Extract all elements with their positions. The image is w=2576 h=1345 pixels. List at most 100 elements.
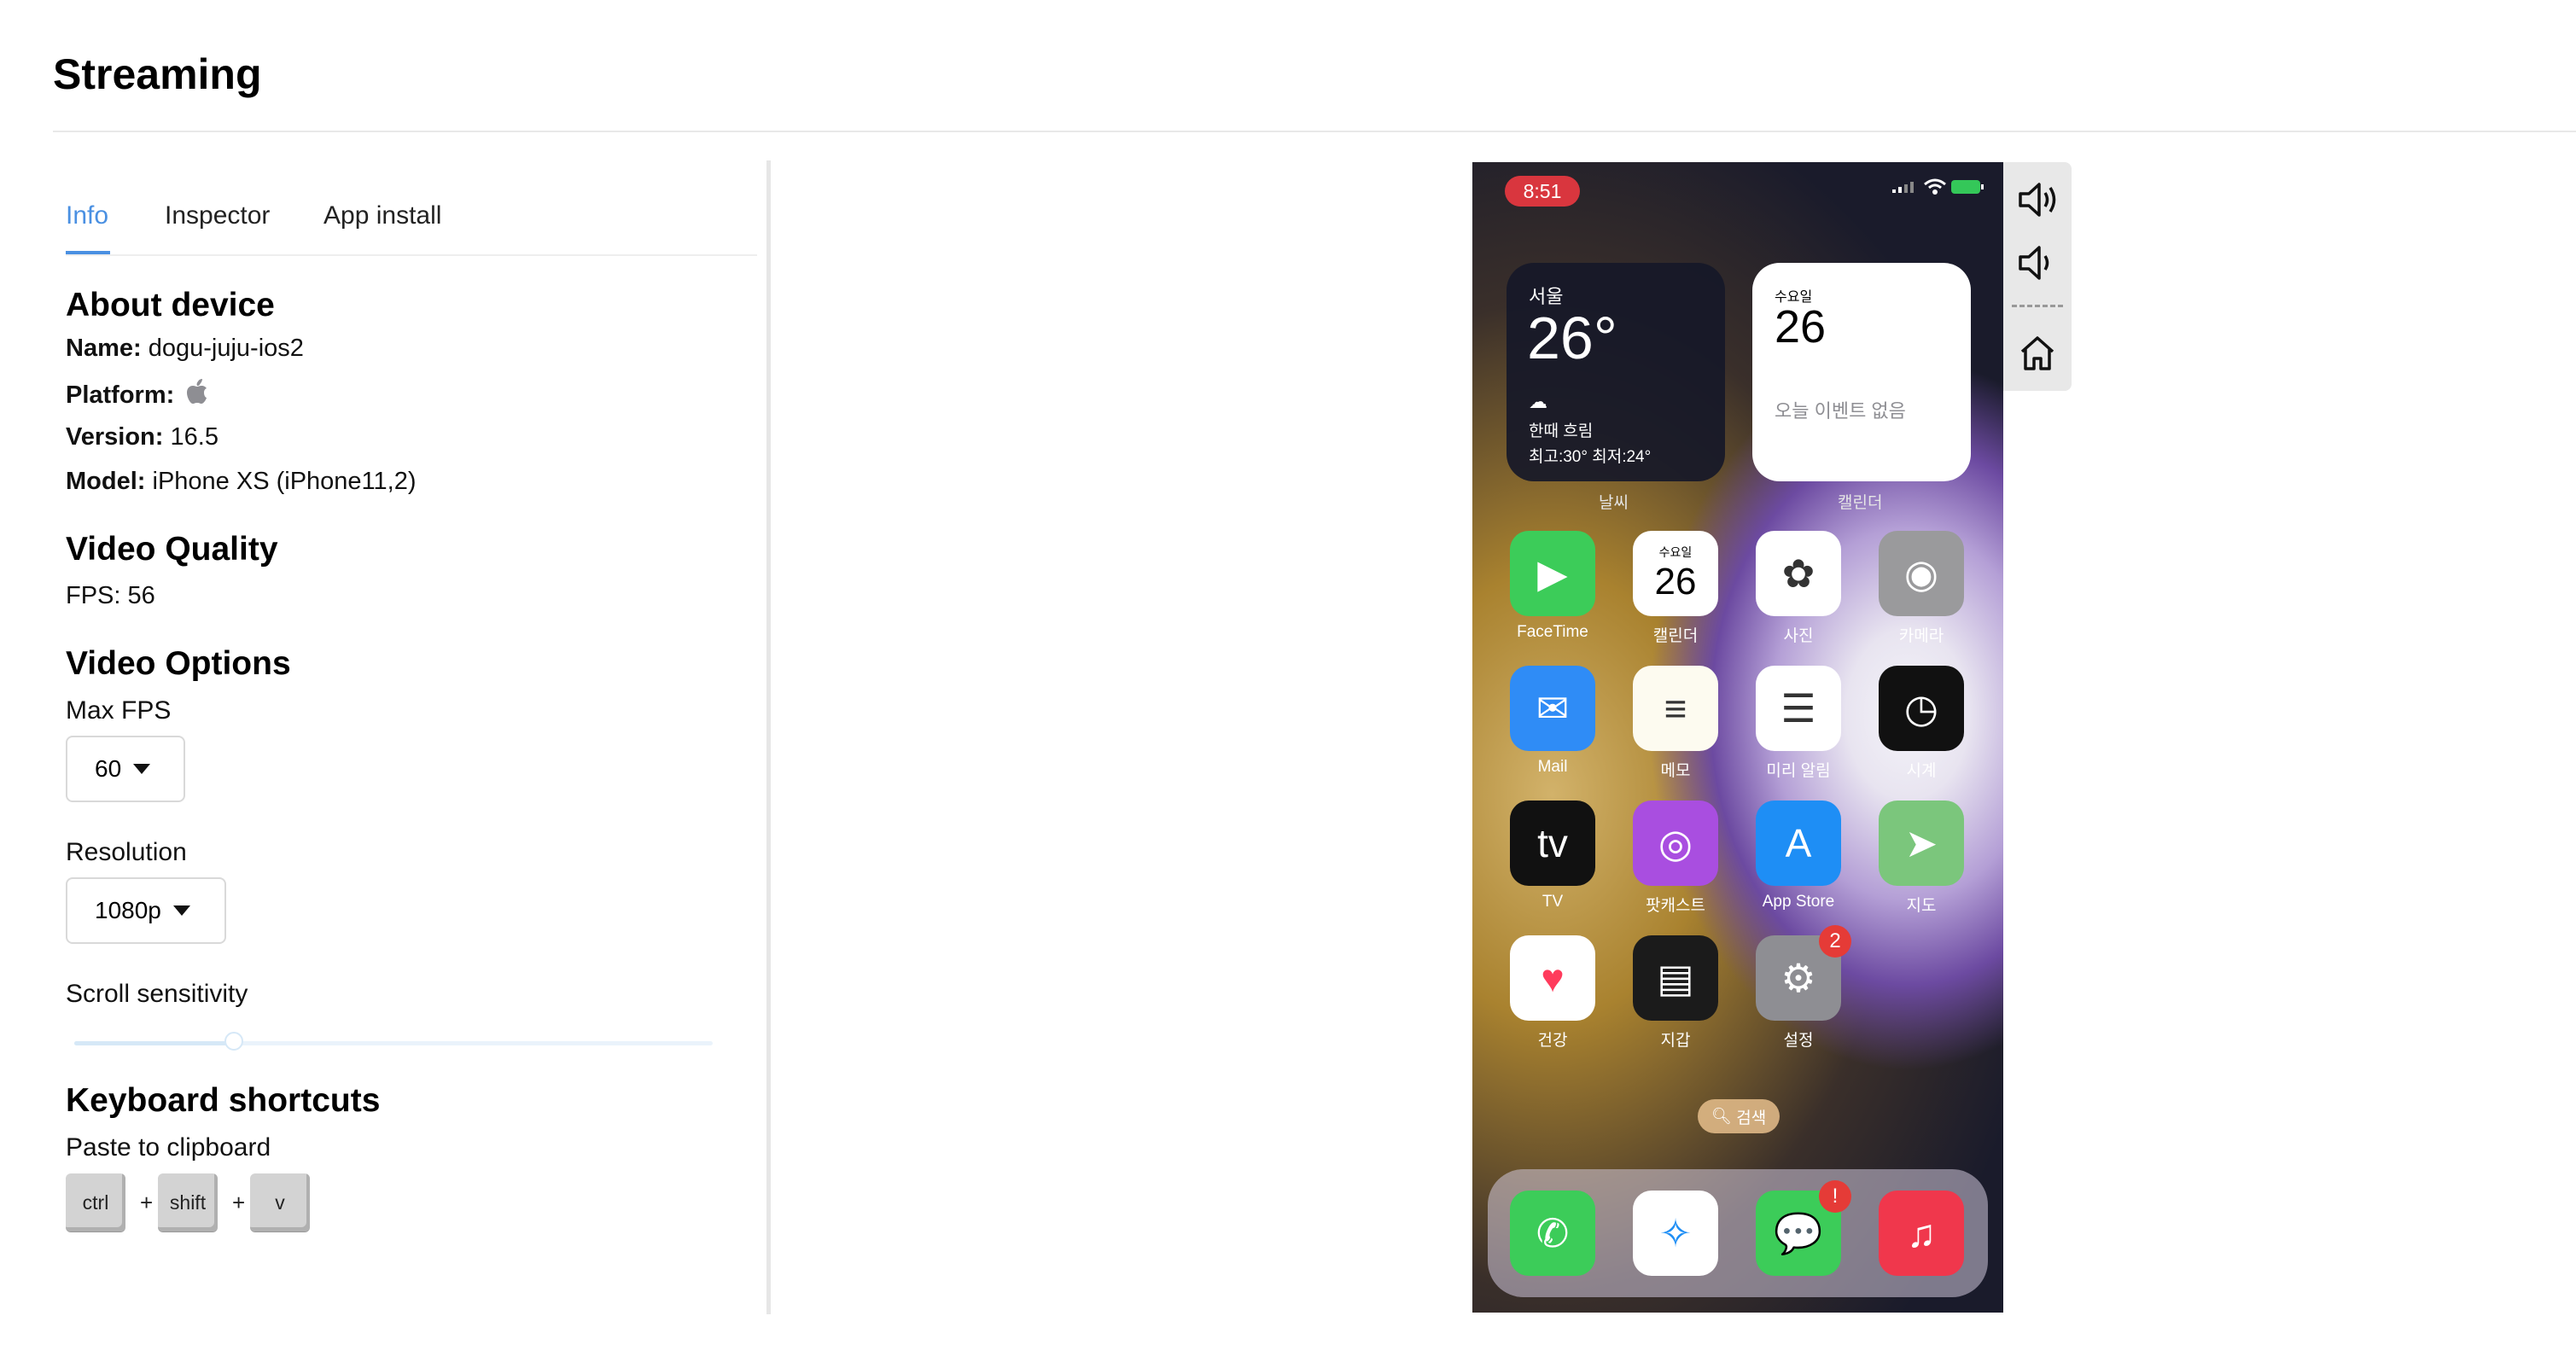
app-icon: tv: [1510, 801, 1595, 886]
wifi-icon: [1923, 178, 1947, 201]
app-icon: 수요일 26: [1633, 531, 1718, 616]
app-calendar-weekday: 수요일: [1658, 545, 1693, 559]
app-label: 메모: [1660, 762, 1691, 780]
app-label: 캘린더: [1652, 627, 1699, 645]
slider-thumb[interactable]: [224, 1032, 243, 1051]
device-screen[interactable]: 8:51 서울 26° ☁ 한때 흐림 최고:30° 최저:24° 날씨 수요일…: [1472, 162, 2003, 1313]
app-app-store[interactable]: A App Store: [1756, 801, 1841, 911]
weather-temp: 26°: [1527, 305, 1617, 371]
app-캘린더[interactable]: 수요일 26 캘린더: [1633, 531, 1718, 646]
app-icon: ◷: [1879, 666, 1964, 751]
app-메모[interactable]: ≡ 메모: [1633, 666, 1718, 781]
paste-to-clipboard-label: Paste to clipboard: [66, 1133, 271, 1162]
device-name: Name: dogu-juju-ios2: [66, 335, 304, 363]
tab-inspector[interactable]: Inspector: [165, 201, 270, 230]
max-fps-select[interactable]: 60: [66, 736, 185, 802]
name-value: dogu-juju-ios2: [148, 335, 304, 362]
caret-down-icon: [172, 905, 190, 916]
key-ctrl[interactable]: ctrl: [66, 1173, 125, 1231]
notification-badge: 2: [1819, 925, 1851, 958]
max-fps-value: 60: [95, 755, 122, 782]
scroll-sensitivity-label: Scroll sensitivity: [66, 980, 248, 1008]
calendar-events: 오늘 이벤트 없음: [1775, 400, 1906, 422]
app-tv[interactable]: tv TV: [1510, 801, 1595, 911]
app-icon: ⚙ 2: [1756, 925, 1851, 1021]
header-divider: [53, 131, 2576, 132]
model-label: Model:: [66, 468, 146, 495]
volume-up-icon[interactable]: [2017, 179, 2058, 220]
app-label: 지도: [1906, 897, 1937, 915]
device-version: Version: 16.5: [66, 423, 219, 451]
max-fps-label: Max FPS: [66, 696, 172, 725]
app-label: 시계: [1906, 762, 1937, 780]
app-icon: ♥: [1510, 935, 1595, 1021]
app-icon: ▤: [1633, 935, 1718, 1021]
app-label: 사진: [1783, 627, 1814, 645]
calendar-widget-label: 캘린더: [1838, 494, 1883, 512]
app-label: 설정: [1783, 1032, 1814, 1050]
status-time: 8:51: [1505, 176, 1580, 207]
calendar-day: 26: [1775, 301, 1827, 352]
volume-down-icon[interactable]: [2017, 242, 2058, 283]
weather-condition: 한때 흐림: [1529, 422, 1594, 440]
plus-sign: +: [140, 1190, 154, 1215]
app-팟캐스트[interactable]: ◎ 팟캐스트: [1633, 801, 1718, 916]
app-icon: ≡: [1633, 666, 1718, 751]
app-건강[interactable]: ♥ 건강: [1510, 935, 1595, 1051]
notification-badge: !: [1819, 1180, 1851, 1213]
device-platform: Platform:: [66, 379, 208, 411]
battery-icon: [1950, 178, 1986, 201]
panel-divider[interactable]: [766, 160, 771, 1314]
app-icon: A: [1756, 801, 1841, 886]
plus-sign: +: [232, 1190, 246, 1215]
app-facetime[interactable]: ▶ FaceTime: [1510, 531, 1595, 642]
app-label: App Store: [1762, 893, 1835, 911]
app-지도[interactable]: ➤ 지도: [1879, 801, 1964, 916]
page-title: Streaming: [53, 50, 262, 98]
calendar-widget[interactable]: 수요일 26 오늘 이벤트 없음: [1752, 263, 1971, 481]
home-icon[interactable]: [2017, 333, 2058, 374]
dock-safari-icon[interactable]: ✧: [1633, 1191, 1718, 1276]
weather-widget[interactable]: 서울 26° ☁ 한때 흐림 최고:30° 최저:24°: [1507, 263, 1725, 481]
app-icon: ▶: [1510, 531, 1595, 616]
platform-label: Platform:: [66, 381, 175, 409]
app-icon: ✿: [1756, 531, 1841, 616]
home-search-pill[interactable]: 🔍︎ 검색: [1698, 1099, 1780, 1133]
video-options-title: Video Options: [66, 645, 291, 682]
app-시계[interactable]: ◷ 시계: [1879, 666, 1964, 781]
app-label: 미리 알림: [1766, 762, 1831, 780]
app-설정[interactable]: ⚙ 2 설정: [1756, 925, 1851, 1051]
app-지갑[interactable]: ▤ 지갑: [1633, 935, 1718, 1051]
left-panel: Info Inspector App install About device …: [66, 162, 757, 1231]
active-tab-indicator: [66, 251, 110, 254]
dock-phone-icon[interactable]: ✆: [1510, 1191, 1595, 1276]
scroll-sensitivity-slider[interactable]: [74, 1032, 713, 1051]
weather-range: 최고:30° 최저:24°: [1529, 448, 1652, 466]
app-label: FaceTime: [1517, 623, 1588, 641]
tab-app-install[interactable]: App install: [323, 201, 441, 230]
app-미리-알림[interactable]: ☰ 미리 알림: [1756, 666, 1841, 781]
keyboard-shortcuts-title: Keyboard shortcuts: [66, 1082, 381, 1119]
key-shift[interactable]: shift: [158, 1173, 218, 1231]
app-label: 지갑: [1660, 1032, 1691, 1050]
resolution-select[interactable]: 1080p: [66, 877, 226, 944]
controls-divider: [2012, 305, 2063, 307]
app-사진[interactable]: ✿ 사진: [1756, 531, 1841, 646]
name-label: Name:: [66, 335, 142, 362]
about-device-title: About device: [66, 287, 275, 323]
dock-music-icon[interactable]: ♫: [1879, 1191, 1964, 1276]
video-quality-title: Video Quality: [66, 531, 278, 568]
search-icon: 🔍︎: [1711, 1108, 1737, 1126]
app-카메라[interactable]: ◉ 카메라: [1879, 531, 1964, 646]
key-v[interactable]: v: [250, 1173, 310, 1231]
apple-icon: [186, 379, 208, 411]
app-label: 건강: [1537, 1032, 1568, 1050]
dock-messages-icon[interactable]: 💬!: [1756, 1180, 1851, 1276]
app-mail[interactable]: ✉ Mail: [1510, 666, 1595, 777]
tab-bar: Info Inspector App install: [66, 162, 757, 256]
weather-widget-label: 날씨: [1599, 494, 1629, 512]
app-label: TV: [1542, 893, 1564, 911]
tab-info[interactable]: Info: [66, 201, 108, 230]
fps-readout: FPS: 56: [66, 582, 155, 609]
app-icon: ◎: [1633, 801, 1718, 886]
